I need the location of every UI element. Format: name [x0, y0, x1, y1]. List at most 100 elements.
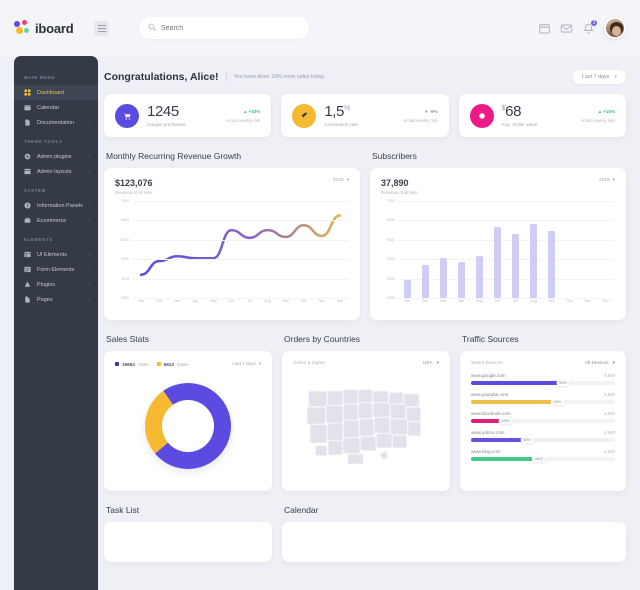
bar — [475, 256, 483, 298]
sidebar-item-ecommerce[interactable]: Ecommerce › — [14, 213, 98, 228]
tasks-card — [104, 522, 272, 562]
x-tick-label: Jan — [138, 299, 144, 303]
form-icon — [24, 266, 31, 273]
sidebar-item-plugins[interactable]: Plugins › — [14, 277, 98, 292]
revenue-caption: Revenue of all time — [115, 190, 152, 195]
revenue-year-dropdown[interactable]: 2019 ▾ — [333, 178, 349, 183]
chevron-down-icon: ▾ — [346, 178, 349, 183]
traffic-row-head: www.facebook.com 4,540 — [471, 411, 615, 416]
calendar-icon[interactable] — [538, 22, 551, 35]
subscribers-plot-area — [398, 201, 615, 299]
y-tick-label: 2000 — [387, 296, 395, 300]
revenue-chart-card: $123,076 Revenue of all time 2019 ▾ 7000… — [104, 168, 360, 320]
x-tick-label: Sep — [548, 299, 555, 303]
sidebar-section-label: ELEMENTS — [24, 237, 53, 242]
dashboard-app: iboard Search 3 MAIN MENU Dashboard Cale… — [0, 0, 640, 590]
tasks-column: Task List — [104, 491, 272, 562]
traffic-progress-fill — [471, 438, 526, 442]
sidebar-item-admin-plugins[interactable]: Admin plugins › — [14, 149, 98, 164]
x-tick-label: May — [209, 299, 217, 303]
traffic-progress-track: 63% — [471, 380, 615, 386]
stat-label: Avg. Order value — [501, 123, 538, 128]
traffic-row: www.facebook.com 4,540 23% — [471, 411, 615, 424]
traffic-progress-track: 23% — [471, 418, 615, 424]
y-tick-label: 7000 — [387, 199, 395, 203]
orders-column: Orders by Countries Select a region USA … — [282, 320, 450, 491]
trend-up-icon: ▴ — [244, 108, 247, 114]
traffic-row: www.google.com 4,540 63% — [471, 373, 615, 386]
x-tick-label: Sep — [282, 299, 289, 303]
traffic-source-name: www.facebook.com — [471, 411, 511, 416]
sidebar-item-calendar[interactable]: Calendar — [14, 100, 98, 115]
stat-card-avg-order-value: $68 Avg. Order value ▴ +15% vs last week… — [458, 94, 626, 137]
mail-icon[interactable] — [560, 22, 573, 35]
device-dropdown[interactable]: All Devices ▾ — [585, 361, 615, 366]
stat-number: 1,5 — [324, 103, 344, 120]
x-tick-label: Oct — [566, 299, 573, 303]
sales-range-label: Last 7 days — [232, 361, 256, 366]
x-tick-label: May — [475, 299, 483, 303]
avatar[interactable] — [604, 17, 626, 39]
traffic-source-count: 4,540 — [604, 411, 615, 416]
chevron-right-icon: › — [88, 266, 90, 273]
layout-icon — [24, 168, 31, 175]
chevron-down-icon: ▾ — [612, 178, 615, 183]
x-tick-label: Jul — [247, 299, 252, 303]
revenue-plot-area — [132, 201, 349, 299]
sidebar-item-label: Admin layouts — [37, 168, 72, 175]
logo[interactable]: iboard — [14, 20, 86, 36]
calendar-panel-title: Calendar — [284, 505, 319, 515]
donut-ring — [145, 383, 231, 469]
sales-range-dropdown[interactable]: Last 7 days ▾ — [232, 361, 261, 367]
date-range-dropdown[interactable]: Last 7 days ▾ — [572, 70, 626, 84]
traffic-header: Select Devices All Devices ▾ — [471, 361, 615, 366]
y-tick-label: 5000 — [387, 237, 395, 242]
search-input[interactable] — [161, 24, 300, 32]
menu-toggle-button[interactable] — [94, 20, 109, 36]
cart-icon — [24, 217, 31, 224]
chevron-right-icon: › — [88, 217, 90, 224]
traffic-source-name: www.yahoo.com — [471, 430, 505, 435]
bar — [421, 265, 429, 298]
subscribers-amount: 37,890 — [381, 178, 409, 188]
gridline — [398, 220, 615, 222]
chevron-right-icon: › — [88, 202, 91, 209]
donut-hole — [162, 400, 214, 452]
x-tick-label: Feb — [156, 299, 163, 303]
sidebar-item-information-panels[interactable]: Information Panels › — [14, 198, 98, 213]
plug-icon — [24, 281, 31, 288]
y-tick-label: 4000 — [387, 257, 395, 262]
usa-map[interactable] — [293, 366, 439, 481]
sidebar-item-pages[interactable]: Pages › — [14, 292, 98, 307]
x-tick-label: Nov — [584, 299, 592, 303]
sidebar-item-label: UI Elements — [37, 251, 67, 258]
stat-value: 1245 — [147, 103, 179, 120]
sidebar-item-ui-elements[interactable]: UI Elements › — [14, 247, 98, 262]
subscribers-year-dropdown[interactable]: 2019 ▾ — [599, 178, 615, 183]
revenue-chart-header: $123,076 Revenue of all time 2019 ▾ — [115, 178, 349, 195]
sidebar-item-documentation[interactable]: Documentation › — [14, 115, 98, 130]
y-tick-label: 3000 — [387, 276, 395, 281]
calendar-icon — [24, 104, 31, 111]
y-tick-label: 6000 — [387, 218, 395, 223]
traffic-progress-fill — [471, 400, 556, 404]
subscribers-x-axis: Jan Feb Mar Apr May Jun Jul Aug Sep Oct Nov Dec — [398, 299, 615, 310]
stat-suffix: % — [343, 105, 350, 112]
stat-trend: ▾ -9% vs last weekly rate — [403, 109, 437, 123]
gridline — [398, 259, 615, 261]
sidebar-item-dashboard[interactable]: Dashboard — [14, 85, 98, 100]
x-tick-label: Aug — [530, 299, 537, 303]
topbar-actions: 3 — [538, 17, 626, 39]
legend-label: Sales — [176, 361, 189, 367]
y-tick-label: 4000 — [121, 257, 129, 262]
sidebar-item-admin-layouts[interactable]: Admin layouts › — [14, 164, 98, 179]
notification-badge: 3 — [590, 18, 598, 27]
notifications-bell-icon[interactable]: 3 — [582, 18, 598, 35]
sidebar-item-form-elements[interactable]: Form Elements › — [14, 262, 98, 277]
stat-label: Conversion rate — [324, 123, 359, 128]
subscribers-panel-title: Subscribers — [372, 151, 417, 161]
search-box[interactable] — [139, 17, 309, 39]
traffic-source-count: 4,540 — [604, 392, 615, 397]
grid-icon — [24, 89, 31, 96]
traffic-row: www.youtube.com 4,540 59% — [471, 392, 615, 405]
